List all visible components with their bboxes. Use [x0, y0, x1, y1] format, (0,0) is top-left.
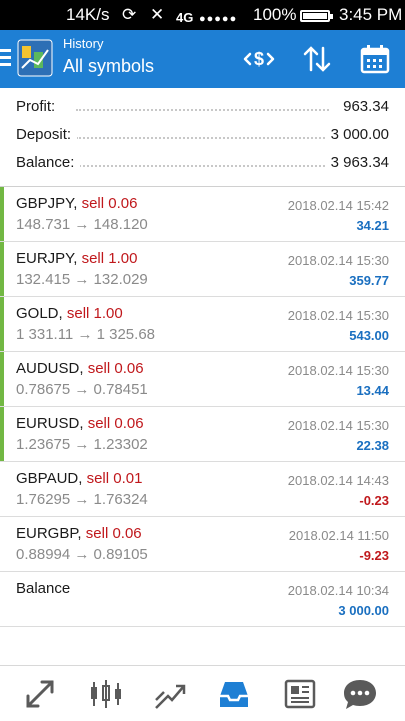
profit-value: 963.34 — [337, 98, 389, 115]
deal-prices: 1 331.11 → 1 325.68 — [16, 326, 155, 343]
chart-candles-icon[interactable] — [86, 674, 126, 714]
deal-action: sell 1.00 — [81, 250, 138, 267]
deal-profit: -9.23 — [359, 548, 389, 563]
deal-symbol: EURGBP, sell 0.06 — [16, 525, 142, 542]
deal-prices: 0.78675 → 0.78451 — [16, 381, 148, 398]
calendar-icon[interactable] — [358, 42, 392, 76]
summary-deposit: Deposit: 3 000.00 — [16, 124, 389, 146]
screen-title[interactable]: All symbols — [63, 56, 154, 77]
muted-icon: ✕ — [150, 5, 165, 24]
menu-icon[interactable] — [0, 46, 12, 70]
deal-prices: 132.415 → 132.029 — [16, 271, 148, 288]
app-logo-icon[interactable] — [16, 38, 54, 78]
summary-profit: Profit: 963.34 — [16, 96, 389, 118]
battery-percent: 100% — [253, 5, 297, 24]
deposit-label: Deposit: — [16, 126, 78, 143]
deal-action: sell 0.06 — [87, 360, 144, 377]
deal-time: 2018.02.14 10:34 — [287, 583, 389, 598]
position-indicator — [0, 297, 4, 351]
quotes-icon[interactable] — [20, 674, 60, 714]
svg-text:$: $ — [254, 49, 264, 69]
deal-row[interactable]: GBPJPY, sell 0.06 148.731 → 148.120 2018… — [0, 187, 405, 242]
deal-profit: 359.77 — [349, 273, 389, 288]
app-bar: History All symbols $ — [0, 30, 405, 88]
deal-prices: 0.88994 → 0.89105 — [16, 546, 148, 563]
deal-action: sell 0.01 — [86, 470, 143, 487]
news-icon[interactable] — [280, 674, 320, 714]
deal-row[interactable]: AUDUSD, sell 0.06 0.78675 → 0.78451 2018… — [0, 352, 405, 407]
profit-label: Profit: — [16, 98, 62, 115]
chat-icon[interactable] — [340, 674, 380, 714]
deal-action: sell 0.06 — [87, 415, 144, 432]
balance-value: 3 963.34 — [324, 154, 389, 171]
status-bar: 14K/s ⟳ ✕ 4G ●●●●● 100% 3:45 PM — [0, 0, 405, 30]
deposit-value: 3 000.00 — [324, 126, 389, 143]
dotted-leader — [76, 137, 329, 139]
screen-subtitle: History — [63, 36, 104, 51]
deal-symbol: Balance — [16, 580, 71, 597]
position-indicator — [0, 407, 4, 461]
clock: 3:45 PM — [339, 5, 403, 24]
network-speed: 14K/s — [66, 5, 110, 24]
deal-time: 2018.02.14 15:30 — [287, 253, 389, 268]
balance-row[interactable]: Balance 2018.02.14 10:34 3 000.00 — [0, 572, 405, 627]
sort-icon[interactable] — [300, 42, 334, 76]
network-type: 4G — [176, 10, 194, 25]
deal-symbol: EURUSD, sell 0.06 — [16, 415, 144, 432]
summary-balance: Balance: 3 963.34 — [16, 152, 389, 174]
sync-icon: ⟳ — [122, 5, 137, 24]
deal-profit: 543.00 — [349, 328, 389, 343]
signal-icon: ●●●●● — [199, 13, 238, 25]
deal-symbol: GOLD, sell 1.00 — [16, 305, 123, 322]
deposit-dollar-icon[interactable]: $ — [242, 42, 276, 76]
deal-time: 2018.02.14 14:43 — [287, 473, 389, 488]
balance-label: Balance: — [16, 154, 81, 171]
position-indicator — [0, 242, 4, 296]
deal-symbol: AUDUSD, sell 0.06 — [16, 360, 144, 377]
position-indicator — [0, 352, 4, 406]
deal-row[interactable]: EURGBP, sell 0.06 0.88994 → 0.89105 2018… — [0, 517, 405, 572]
deal-action: sell 0.06 — [81, 195, 138, 212]
deal-profit: 22.38 — [356, 438, 389, 453]
deals-list: GBPJPY, sell 0.06 148.731 → 148.120 2018… — [0, 187, 405, 627]
deal-time: 2018.02.14 11:50 — [288, 528, 389, 543]
deal-profit: -0.23 — [359, 493, 389, 508]
deal-action: sell 0.06 — [85, 525, 142, 542]
trade-icon[interactable] — [150, 674, 190, 714]
deal-row[interactable]: GOLD, sell 1.00 1 331.11 → 1 325.68 2018… — [0, 297, 405, 352]
deal-prices: 1.23675 → 1.23302 — [16, 436, 148, 453]
deal-prices: 148.731 → 148.120 — [16, 216, 148, 233]
deal-profit: 13.44 — [356, 383, 389, 398]
account-summary: Profit: 963.34 Deposit: 3 000.00 Balance… — [0, 88, 405, 186]
deal-symbol: GBPAUD, sell 0.01 — [16, 470, 143, 487]
deal-row[interactable]: GBPAUD, sell 0.01 1.76295 → 1.76324 2018… — [0, 462, 405, 517]
history-icon[interactable] — [214, 674, 254, 714]
deal-action: sell 1.00 — [66, 305, 123, 322]
deal-time: 2018.02.14 15:30 — [287, 363, 389, 378]
dotted-leader — [76, 165, 329, 167]
deal-row[interactable]: EURJPY, sell 1.00 132.415 → 132.029 2018… — [0, 242, 405, 297]
deal-symbol: GBPJPY, sell 0.06 — [16, 195, 138, 212]
deal-profit: 34.21 — [356, 218, 389, 233]
deal-symbol: EURJPY, sell 1.00 — [16, 250, 138, 267]
bottom-navigation — [0, 665, 405, 721]
deal-prices: 1.76295 → 1.76324 — [16, 491, 148, 508]
position-indicator — [0, 187, 4, 241]
deal-time: 2018.02.14 15:42 — [287, 198, 389, 213]
battery-icon — [300, 10, 333, 22]
deal-profit: 3 000.00 — [338, 603, 389, 618]
deal-row[interactable]: EURUSD, sell 0.06 1.23675 → 1.23302 2018… — [0, 407, 405, 462]
deal-time: 2018.02.14 15:30 — [287, 418, 389, 433]
deal-time: 2018.02.14 15:30 — [287, 308, 389, 323]
dotted-leader — [76, 109, 329, 111]
